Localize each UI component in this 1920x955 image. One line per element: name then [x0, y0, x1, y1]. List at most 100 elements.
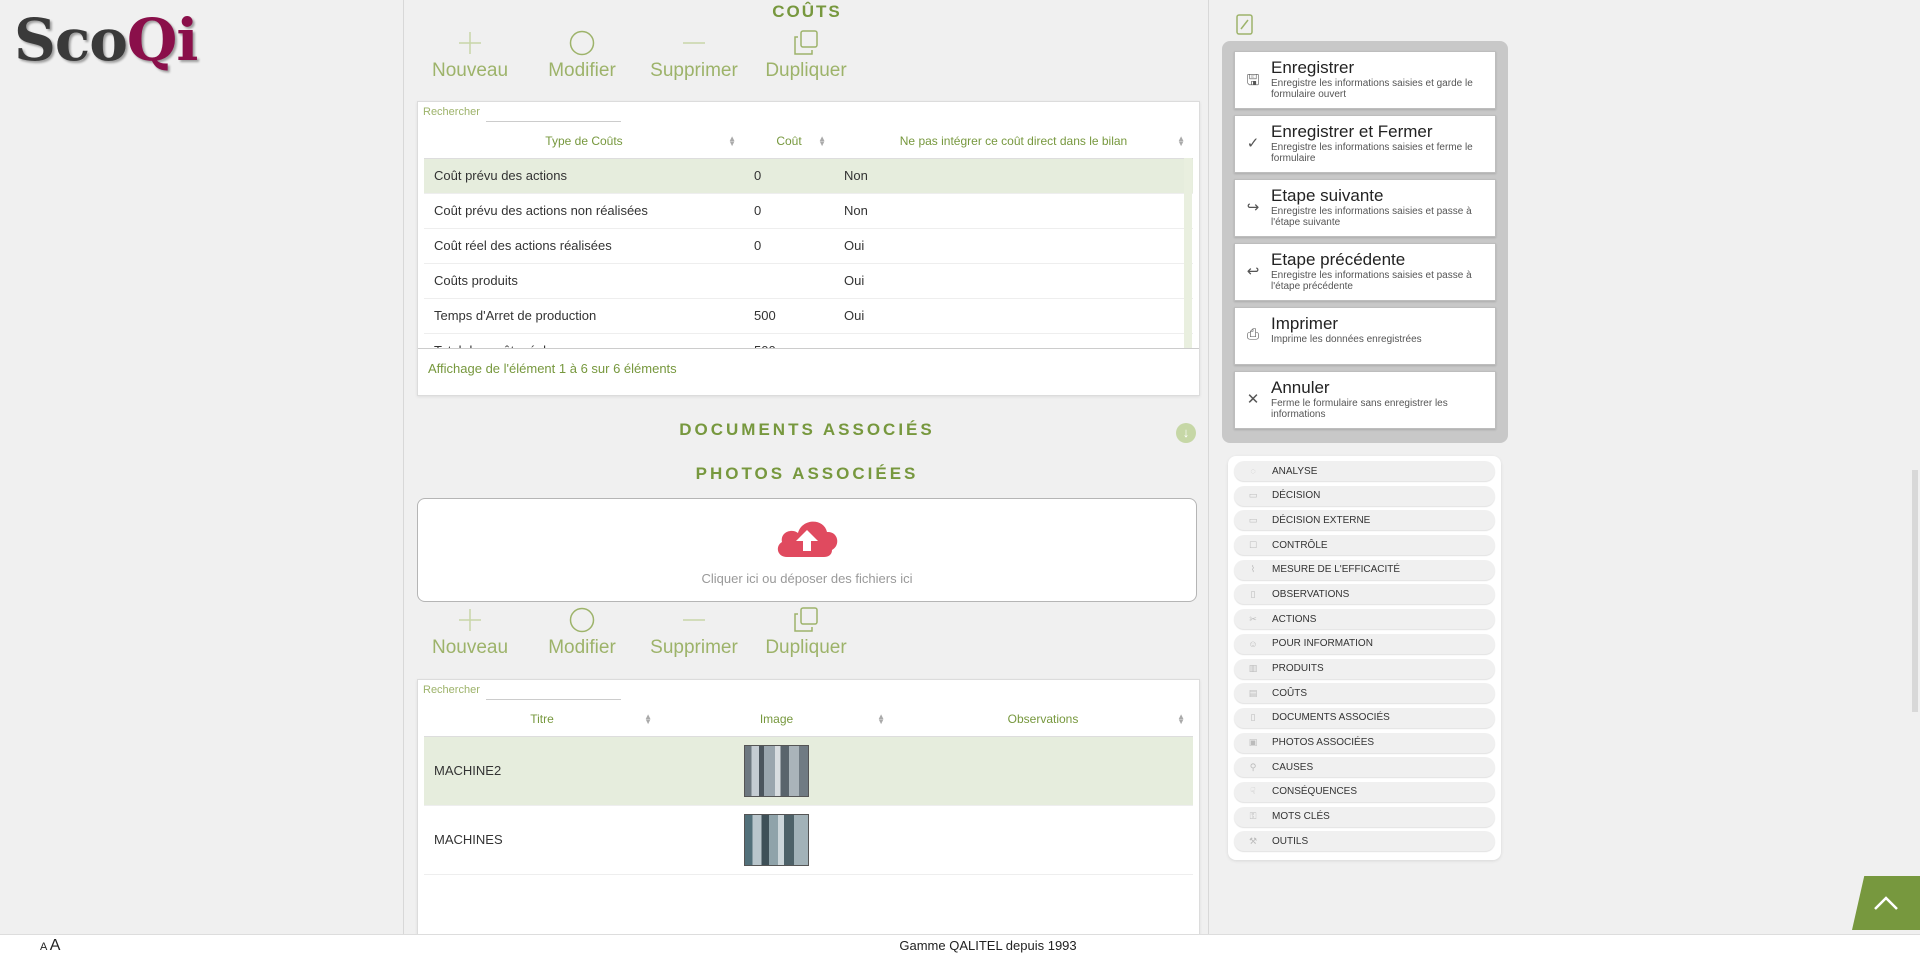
key-icon: ⚿	[1249, 811, 1257, 822]
next-step-button-label: Etape suivante	[1271, 186, 1384, 205]
col-image[interactable]: Image ▲ ▼	[660, 702, 893, 737]
duplicate-button-label: Dupliquer	[765, 637, 847, 658]
edit-note-icon[interactable]	[1236, 14, 1254, 41]
save-button[interactable]: 🖫 Enregistrer Enregistre les informations…	[1234, 51, 1496, 109]
footer-brand: Gamme QALITEL depuis 1993	[899, 938, 1077, 953]
table-row[interactable]: Coût prévu des actions non réalisées 0 Non	[424, 193, 1193, 229]
expand-down-icon[interactable]: ↓	[1176, 423, 1196, 443]
chevron-up-icon	[1874, 896, 1898, 910]
delete-button[interactable]: Supprimer	[638, 605, 750, 659]
circle-icon	[569, 30, 595, 56]
chat-bubble-icon: ▭	[1248, 490, 1258, 501]
cell-cost	[744, 263, 834, 299]
photos-table-header: Titre ▲ ▼ Image ▲ ▼ Observations ▲ ▼	[424, 702, 1193, 737]
table-row[interactable]: MACHINE2	[424, 736, 1193, 806]
nav-item-outils[interactable]: ⚒ OUTILS	[1234, 831, 1495, 852]
nav-item-mots-cles[interactable]: ⚿ MOTS CLÉS	[1234, 806, 1495, 827]
nav-item-label: MOTS CLÉS	[1272, 811, 1330, 823]
machine-thumbnail[interactable]	[744, 813, 809, 866]
table-row[interactable]: Coût prévu des actions 0 Non	[424, 158, 1193, 194]
nav-item-consequences[interactable]: ☟ CONSÉQUENCES	[1234, 781, 1495, 802]
next-step-button[interactable]: ↪ Etape suivante Enregistre les informati…	[1234, 179, 1496, 237]
nav-item-documents-associes[interactable]: ▯ DOCUMENTS ASSOCIÉS	[1234, 707, 1495, 728]
cancel-button-desc: Ferme le formulaire sans enregistrer les…	[1271, 398, 1448, 420]
nav-item-decision[interactable]: ▭ DÉCISION	[1234, 485, 1495, 506]
logo-text-accent: Qi	[126, 6, 199, 74]
nav-item-label: DÉCISION	[1272, 490, 1321, 502]
table-row[interactable]: MACHINES	[424, 805, 1193, 875]
save-button-label: Enregistrer	[1271, 58, 1355, 77]
table-row[interactable]: Coûts produits Oui	[424, 263, 1193, 299]
col-observations[interactable]: Observations ▲ ▼	[893, 702, 1193, 737]
cell-type: Coût prévu des actions non réalisées	[424, 193, 744, 229]
costs-table-header: Type de Coûts ▲ ▼ Coût ▲ ▼ Ne pas intégrer c…	[424, 124, 1193, 159]
nav-item-controle[interactable]: ☐ CONTRÔLE	[1234, 535, 1495, 556]
section-nav: ◌ ANALYSE ▭ DÉCISION ▭ DÉCISION EXTERNE ☐ CO…	[1228, 456, 1501, 860]
cell-type: Coût prévu des actions	[424, 158, 744, 194]
col-type-label: Type de Coûts	[545, 133, 623, 148]
previous-step-button[interactable]: ↩ Etape précédente Enregistre les informa…	[1234, 243, 1496, 301]
scroll-to-top-button[interactable]	[1852, 876, 1920, 930]
duplicate-button[interactable]: Dupliquer	[750, 605, 862, 659]
costs-table-scrollbar[interactable]	[1184, 158, 1192, 348]
page-scrollbar[interactable]	[1912, 470, 1918, 712]
cell-type: Coûts produits	[424, 263, 744, 299]
save-close-button[interactable]: ✓ Enregistrer et Fermer Enregistre les in…	[1234, 115, 1496, 173]
col-cost[interactable]: Coût ▲ ▼	[744, 124, 834, 159]
photo-upload-dropzone[interactable]: Cliquer ici ou déposer des fichiers ici	[417, 498, 1197, 602]
file-icon: ▯	[1250, 712, 1256, 723]
col-observations-label: Observations	[1007, 711, 1079, 726]
scoqi-logo[interactable]: ScoQi	[14, 6, 199, 74]
new-button[interactable]: Nouveau	[414, 28, 526, 82]
table-row[interactable]: Total des coûts réels500	[424, 333, 1193, 348]
nav-item-couts[interactable]: ▤ COÛTS	[1234, 683, 1495, 704]
nav-item-mesure-efficacite[interactable]: ⌇ MESURE DE L'EFFICACITÉ	[1234, 559, 1495, 580]
duplicate-button[interactable]: Dupliquer	[750, 28, 862, 82]
edit-button[interactable]: Modifier	[526, 605, 638, 659]
col-exclude[interactable]: Ne pas intégrer ce coût direct dans le b…	[834, 124, 1193, 159]
analysis-icon: ◌	[1250, 466, 1256, 476]
cell-cost: 500	[744, 333, 834, 348]
nav-item-label: PHOTOS ASSOCIÉES	[1272, 737, 1375, 749]
new-button[interactable]: Nouveau	[414, 605, 526, 659]
costs-toolbar: Nouveau Modifier Supprimer Dupliquer	[414, 28, 862, 82]
cell-cost: 500	[744, 298, 834, 334]
edit-button[interactable]: Modifier	[526, 28, 638, 82]
print-button-desc: Imprime les données enregistrées	[1271, 334, 1422, 345]
table-row[interactable]: Temps d'Arret de production 500 Oui	[424, 298, 1193, 334]
costs-search-label: Rechercher	[423, 106, 480, 118]
cell-type: Temps d'Arret de production	[424, 298, 744, 334]
chat-bubbles-icon: ▭	[1248, 514, 1258, 525]
machine-thumbnail[interactable]	[744, 744, 809, 797]
photos-table: Titre ▲ ▼ Image ▲ ▼ Observations ▲ ▼ MACHINE2	[424, 702, 1193, 875]
nav-item-actions[interactable]: ✂ ACTIONS	[1234, 609, 1495, 630]
table-row[interactable]: Coût réel des actions réalisées 0 Oui	[424, 228, 1193, 264]
cell-image[interactable]	[660, 805, 893, 875]
edit-button-label: Modifier	[548, 60, 616, 81]
delete-button[interactable]: Supprimer	[638, 28, 750, 82]
nav-item-decision-externe[interactable]: ▭ DÉCISION EXTERNE	[1234, 510, 1495, 531]
photos-search-input[interactable]	[485, 687, 621, 700]
documents-section-title[interactable]: DOCUMENTS ASSOCIÉS	[404, 420, 1210, 440]
cell-cost: 0	[744, 228, 834, 264]
costs-table: Type de Coûts ▲ ▼ Coût ▲ ▼ Ne pas intégrer c…	[424, 124, 1193, 348]
print-button[interactable]: ⎙ Imprimer Imprime les données enregistré…	[1234, 307, 1496, 365]
col-title[interactable]: Titre ▲ ▼	[424, 702, 660, 737]
next-step-button-desc: Enregistre les informations saisies et p…	[1271, 206, 1472, 228]
nav-item-analyse[interactable]: ◌ ANALYSE	[1234, 461, 1495, 481]
nav-item-photos-associees[interactable]: ▣ PHOTOS ASSOCIÉES	[1234, 732, 1495, 753]
nav-item-produits[interactable]: ▥ PRODUITS	[1234, 658, 1495, 679]
col-type[interactable]: Type de Coûts ▲ ▼	[424, 124, 744, 159]
nav-item-causes[interactable]: ⚲ CAUSES	[1234, 757, 1495, 778]
costs-search-input[interactable]	[485, 109, 621, 122]
cell-cost: 0	[744, 158, 834, 194]
nav-item-observations[interactable]: ▯ OBSERVATIONS	[1234, 584, 1495, 605]
actions-panel: 🖫 Enregistrer Enregistre les informations…	[1222, 41, 1508, 443]
cell-image[interactable]	[660, 736, 893, 806]
cancel-button[interactable]: ✕ Annuler Ferme le formulaire sans enregi…	[1234, 371, 1496, 429]
photos-toolbar: Nouveau Modifier Supprimer Dupliquer	[414, 605, 862, 659]
nav-item-pour-information[interactable]: ☺ POUR INFORMATION	[1234, 633, 1495, 654]
sort-icon: ▲ ▼	[1177, 712, 1185, 726]
costs-table-scroll[interactable]: Type de Coûts ▲ ▼ Coût ▲ ▼ Ne pas intégrer c…	[418, 124, 1199, 349]
main-content[interactable]: COÛTS Nouveau Modifier Supprimer Dupliqu…	[403, 0, 1209, 935]
